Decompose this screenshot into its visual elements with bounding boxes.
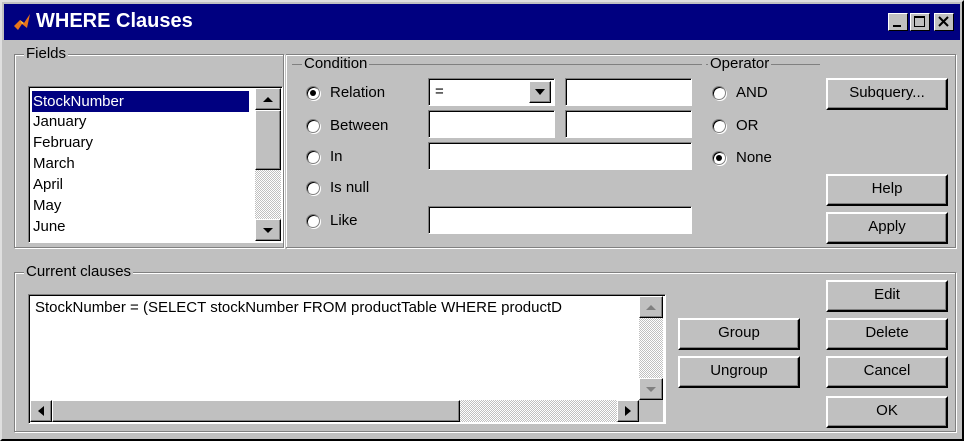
arrow-right-icon [625, 406, 631, 416]
current-clauses-listbox[interactable]: StockNumber = (SELECT stockNumber FROM p… [28, 294, 666, 424]
clause-item[interactable]: StockNumber = (SELECT stockNumber FROM p… [35, 299, 635, 316]
clauses-scroll-right[interactable] [617, 400, 639, 422]
fields-listbox[interactable]: StockNumber January February March April… [28, 86, 283, 243]
scroll-corner [639, 400, 663, 422]
maximize-icon [914, 16, 925, 27]
arrow-down-icon [646, 387, 656, 392]
subquery-button[interactable]: Subquery... [826, 78, 948, 110]
apply-button-label: Apply [868, 218, 906, 235]
ok-button[interactable]: OK [826, 396, 948, 428]
delete-button[interactable]: Delete [826, 318, 948, 350]
condition-label-overlay: Condition [302, 55, 370, 72]
help-button[interactable]: Help [826, 174, 948, 206]
cancel-button[interactable]: Cancel [826, 356, 948, 388]
arrow-down-icon [263, 228, 273, 233]
matlab-icon [14, 14, 30, 30]
maximize-button[interactable] [910, 13, 930, 31]
clauses-scroll-down[interactable] [639, 378, 663, 400]
fields-scroll-up[interactable] [255, 88, 281, 110]
minimize-button[interactable] [888, 13, 908, 31]
list-item[interactable]: June [33, 216, 66, 237]
cancel-button-label: Cancel [863, 362, 911, 379]
arrow-up-icon [263, 97, 273, 102]
group-button-label: Group [718, 324, 760, 341]
list-item[interactable]: January [33, 111, 86, 132]
clauses-scroll-left[interactable] [30, 400, 52, 422]
group-button[interactable]: Group [678, 318, 800, 350]
help-button-label: Help [871, 180, 903, 197]
current-clauses-label: Current clauses [24, 263, 134, 280]
where-clauses-dialog: WHERE Clauses Fields StockNumber January… [0, 0, 964, 441]
fields-scroll-down[interactable] [255, 219, 281, 241]
ungroup-button-label: Ungroup [710, 362, 768, 379]
subquery-button-label: Subquery... [849, 84, 925, 101]
arrow-left-icon [38, 406, 44, 416]
fields-scroll-thumb[interactable] [255, 110, 281, 170]
list-item[interactable]: May [33, 195, 61, 216]
list-item[interactable]: February [33, 132, 93, 153]
apply-button[interactable]: Apply [826, 212, 948, 244]
edit-button-label: Edit [874, 286, 900, 303]
list-item[interactable]: March [33, 153, 75, 174]
ungroup-button[interactable]: Ungroup [678, 356, 800, 388]
list-item[interactable]: April [33, 174, 63, 195]
fields-label: Fields [24, 45, 69, 62]
edit-button[interactable]: Edit [826, 280, 948, 312]
close-icon [938, 16, 949, 27]
operator-label-overlay: Operator [708, 55, 772, 72]
clauses-scroll-up[interactable] [639, 296, 663, 318]
minimize-icon [893, 25, 901, 27]
window-title: WHERE Clauses [36, 10, 193, 32]
clauses-hscroll-thumb[interactable] [52, 400, 460, 422]
title-bar[interactable]: WHERE Clauses [4, 4, 960, 40]
delete-button-label: Delete [865, 324, 909, 341]
list-item[interactable]: StockNumber [32, 91, 249, 112]
arrow-up-icon [646, 305, 656, 310]
close-button[interactable] [934, 13, 954, 31]
ok-button-label: OK [876, 402, 898, 419]
